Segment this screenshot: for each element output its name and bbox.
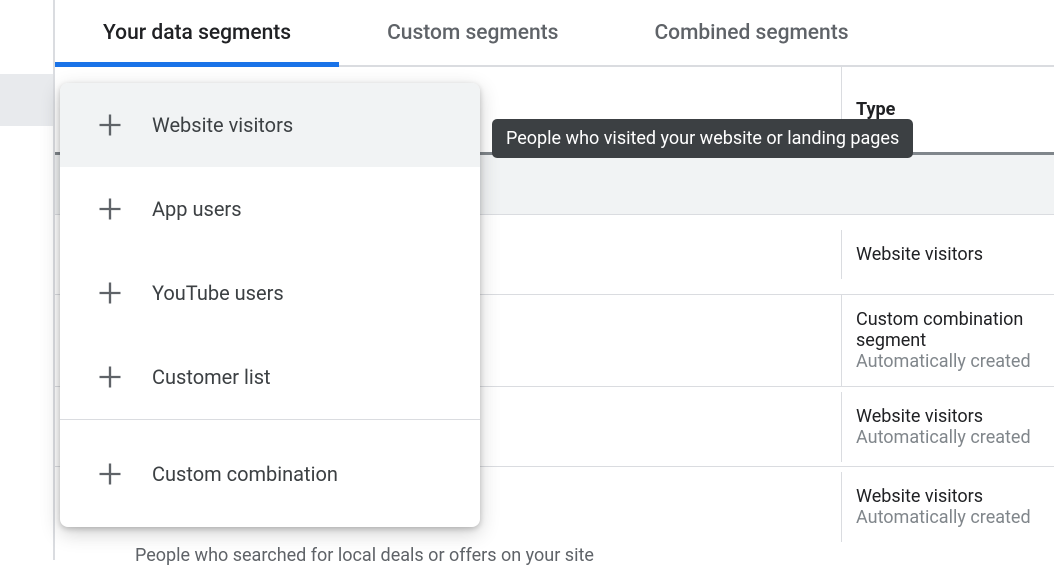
menu-item-label: Custom combination: [152, 462, 338, 486]
type-primary: Custom combination segment: [856, 309, 1040, 351]
tooltip-text: People who visited your website or landi…: [506, 128, 899, 149]
plus-icon: [96, 111, 124, 139]
plus-icon: [96, 363, 124, 391]
menu-item-website-visitors[interactable]: Website visitors: [60, 83, 480, 167]
type-cell: Website visitors: [841, 230, 1054, 279]
type-cell: Website visitors Automatically created: [841, 392, 1054, 462]
type-primary: Website visitors: [856, 486, 983, 507]
type-primary: Website visitors: [856, 244, 983, 265]
menu-item-customer-list[interactable]: Customer list: [60, 335, 480, 419]
menu-item-app-users[interactable]: App users: [60, 167, 480, 251]
menu-item-youtube-users[interactable]: YouTube users: [60, 251, 480, 335]
left-gutter-highlight: [0, 74, 53, 126]
segment-type-dropdown: Website visitors App users YouTube users…: [60, 83, 480, 527]
tab-your-data-segments[interactable]: Your data segments: [55, 0, 339, 65]
tooltip: People who visited your website or landi…: [492, 119, 913, 158]
type-secondary: Automatically created: [856, 427, 1031, 448]
type-cell: Custom combination segment Automatically…: [841, 295, 1054, 386]
plus-icon: [96, 279, 124, 307]
type-cell: Website visitors Automatically created: [841, 472, 1054, 542]
type-secondary: Automatically created: [856, 351, 1031, 372]
plus-icon: [96, 460, 124, 488]
truncated-row-text: People who searched for local deals or o…: [135, 545, 594, 566]
menu-item-label: Website visitors: [152, 113, 293, 137]
menu-item-label: App users: [152, 197, 242, 221]
type-secondary: Automatically created: [856, 507, 1031, 528]
tab-label: Your data segments: [103, 21, 291, 45]
menu-item-label: YouTube users: [152, 281, 284, 305]
menu-item-label: Customer list: [152, 365, 271, 389]
tab-label: Combined segments: [654, 21, 848, 45]
tabs-bar: Your data segments Custom segments Combi…: [55, 0, 1054, 67]
menu-item-custom-combination[interactable]: Custom combination: [60, 419, 480, 527]
plus-icon: [96, 195, 124, 223]
tab-custom-segments[interactable]: Custom segments: [339, 0, 606, 65]
tab-label: Custom segments: [387, 21, 558, 45]
header-label-type: Type: [856, 99, 895, 120]
left-gutter: [0, 0, 53, 560]
tab-combined-segments[interactable]: Combined segments: [606, 0, 896, 65]
type-primary: Website visitors: [856, 406, 983, 427]
